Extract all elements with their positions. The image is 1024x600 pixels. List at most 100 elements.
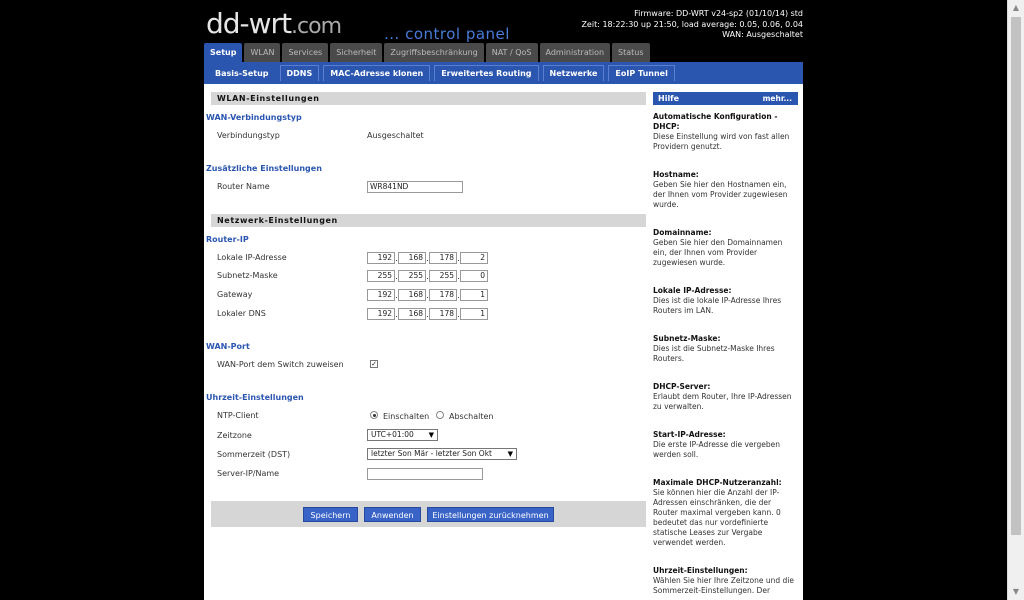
dns-octet-3[interactable]: 178: [429, 308, 457, 320]
subtab-advanced-routing[interactable]: Erweitertes Routing: [434, 65, 539, 81]
status-info: Firmware: DD-WRT v24-sp2 (01/10/14) std …: [581, 9, 803, 41]
scrollbar-thumb[interactable]: [1011, 17, 1021, 535]
tab-administration[interactable]: Administration: [539, 43, 611, 62]
scroll-down-arrow-icon[interactable]: ▼: [1008, 584, 1024, 600]
page-scrollbar[interactable]: ▲ ▼: [1007, 0, 1024, 600]
time-settings-heading: Uhrzeit-Einstellungen: [206, 393, 304, 402]
local-ip-octet-3[interactable]: 178: [429, 252, 457, 264]
wan-port-switch-label: WAN-Port dem Switch zuweisen: [217, 360, 344, 369]
firmware-text: Firmware: DD-WRT v24-sp2 (01/10/14) std: [634, 9, 803, 18]
tab-security[interactable]: Sicherheit: [330, 43, 383, 62]
tab-nat-qos[interactable]: NAT / QoS: [485, 43, 538, 62]
dst-label: Sommerzeit (DST): [217, 450, 291, 459]
gateway-field: 192. 168. 178. 1: [367, 289, 488, 301]
ntp-client-label: NTP-Client: [217, 411, 259, 420]
gateway-octet-2[interactable]: 168: [398, 289, 426, 301]
subtab-mac-clone[interactable]: MAC-Adresse klonen: [323, 65, 431, 81]
help-item-title: Automatische Konfiguration - DHCP:: [653, 112, 778, 131]
help-item: Domainname: Geben Sie hier den Domainnam…: [653, 228, 798, 268]
server-ip-label: Server-IP/Name: [217, 469, 280, 478]
help-item: Lokale IP-Adresse: Dies ist die lokale I…: [653, 286, 798, 316]
help-item-title: Hostname:: [653, 170, 699, 179]
ntp-enable-label: Einschalten: [383, 412, 430, 421]
help-more-link[interactable]: mehr...: [763, 92, 792, 105]
gateway-octet-3[interactable]: 178: [429, 289, 457, 301]
subtab-networks[interactable]: Netzwerke: [542, 65, 605, 81]
timezone-select[interactable]: UTC+01:00 ▼: [367, 429, 438, 441]
tab-access-restrictions[interactable]: Zugriffsbeschränkung: [384, 43, 484, 62]
dst-select[interactable]: letzter Son Mär - letzter Son Okt ▼: [367, 448, 517, 460]
main-tabs: Setup WLAN Services Sicherheit Zugriffsb…: [204, 43, 652, 63]
section-wlan-settings: WLAN-Einstellungen: [211, 92, 646, 105]
main-panel: WLAN-Einstellungen WAN-Verbindungstyp Ve…: [204, 84, 803, 600]
help-item-title: Uhrzeit-Einstellungen:: [653, 566, 748, 575]
wan-port-heading: WAN-Port: [206, 342, 250, 351]
tab-status[interactable]: Status: [612, 43, 650, 62]
connection-type-value: Ausgeschaltet: [367, 131, 424, 140]
help-item: Maximale DHCP-Nutzeranzahl: Sie können h…: [653, 478, 798, 548]
help-item: Uhrzeit-Einstellungen: Wählen Sie hier I…: [653, 566, 798, 596]
additional-settings-heading: Zusätzliche Einstellungen: [206, 164, 322, 173]
help-title: Hilfe: [658, 94, 680, 103]
help-item-text: Erlaubt dem Router, Ihre IP-Adressen zu …: [653, 392, 792, 411]
help-item: Subnetz-Maske: Dies ist die Subnetz-Mask…: [653, 334, 798, 364]
gateway-octet-1[interactable]: 192: [367, 289, 395, 301]
help-item-text: Geben Sie hier den Domainnamen ein, der …: [653, 238, 783, 267]
dns-octet-4[interactable]: 1: [460, 308, 488, 320]
subnet-octet-2[interactable]: 255: [398, 270, 426, 282]
sub-tabs: Basis-Setup DDNS MAC-Adresse klonen Erwe…: [204, 62, 803, 84]
tab-setup[interactable]: Setup: [204, 43, 243, 63]
subtab-basic-setup[interactable]: Basis-Setup: [208, 65, 276, 81]
help-item: Automatische Konfiguration - DHCP: Diese…: [653, 112, 798, 152]
server-ip-input[interactable]: [367, 468, 483, 480]
help-item: Hostname: Geben Sie hier den Hostnamen e…: [653, 170, 798, 210]
timezone-label: Zeitzone: [217, 431, 252, 440]
dns-octet-2[interactable]: 168: [398, 308, 426, 320]
router-name-input[interactable]: WR841ND: [367, 181, 463, 193]
ddwrt-logo[interactable]: dd-wrt.com: [206, 7, 342, 40]
local-ip-label: Lokale IP-Adresse: [217, 253, 287, 262]
router-name-label: Router Name: [217, 182, 270, 191]
chevron-down-icon: ▼: [507, 450, 513, 458]
subnet-octet-1[interactable]: 255: [367, 270, 395, 282]
tab-wlan[interactable]: WLAN: [244, 43, 281, 62]
logo-text: dd-wrt: [206, 7, 292, 40]
help-item-text: Sie können hier die Anzahl der IP-Adress…: [653, 488, 781, 547]
scroll-up-arrow-icon[interactable]: ▲: [1008, 0, 1024, 16]
local-dns-field: 192. 168. 178. 1: [367, 308, 488, 320]
subnet-octet-4[interactable]: 0: [460, 270, 488, 282]
subnet-mask-label: Subnetz-Maske: [217, 271, 278, 280]
help-item-text: Wählen Sie hier Ihre Zeitzone und die So…: [653, 576, 794, 595]
tab-services[interactable]: Services: [282, 43, 329, 62]
save-button[interactable]: Speichern: [303, 507, 358, 522]
subtab-eoip-tunnel[interactable]: EoIP Tunnel: [608, 65, 675, 81]
help-item-text: Die erste IP-Adresse die vergeben werden…: [653, 440, 780, 459]
subnet-octet-3[interactable]: 255: [429, 270, 457, 282]
dns-octet-1[interactable]: 192: [367, 308, 395, 320]
subtab-ddns[interactable]: DDNS: [279, 65, 320, 81]
help-item-text: Dies ist die lokale IP-Adresse Ihres Rou…: [653, 296, 782, 315]
help-item-title: Subnetz-Maske:: [653, 334, 721, 343]
reset-settings-button[interactable]: Einstellungen zurücknehmen: [427, 507, 554, 522]
gateway-octet-4[interactable]: 1: [460, 289, 488, 301]
help-header: Hilfe mehr...: [653, 92, 798, 105]
local-ip-octet-4[interactable]: 2: [460, 252, 488, 264]
wan-connection-type-heading: WAN-Verbindungstyp: [206, 113, 302, 122]
ntp-enable-radio[interactable]: [370, 411, 378, 419]
local-ip-field: 192. 168. 178. 2: [367, 252, 488, 264]
section-network-settings: Netzwerk-Einstellungen: [211, 214, 646, 227]
wan-port-switch-checkbox[interactable]: ✓: [370, 360, 378, 368]
help-item-title: Lokale IP-Adresse:: [653, 286, 732, 295]
local-ip-octet-2[interactable]: 168: [398, 252, 426, 264]
local-ip-octet-1[interactable]: 192: [367, 252, 395, 264]
apply-button[interactable]: Anwenden: [364, 507, 421, 522]
help-panel: Hilfe mehr... Automatische Konfiguration…: [653, 92, 798, 595]
help-item-title: Domainname:: [653, 228, 712, 237]
button-bar: Speichern Anwenden Einstellungen zurückn…: [211, 501, 646, 527]
help-item: DHCP-Server: Erlaubt dem Router, Ihre IP…: [653, 382, 798, 412]
settings-form: WLAN-Einstellungen WAN-Verbindungstyp Ve…: [204, 84, 650, 600]
subnet-mask-field: 255. 255. 255. 0: [367, 270, 488, 282]
help-item-title: Maximale DHCP-Nutzeranzahl:: [653, 478, 782, 487]
ntp-disable-radio[interactable]: [436, 411, 444, 419]
help-item-text: Diese Einstellung wird von fast allen Pr…: [653, 132, 790, 151]
